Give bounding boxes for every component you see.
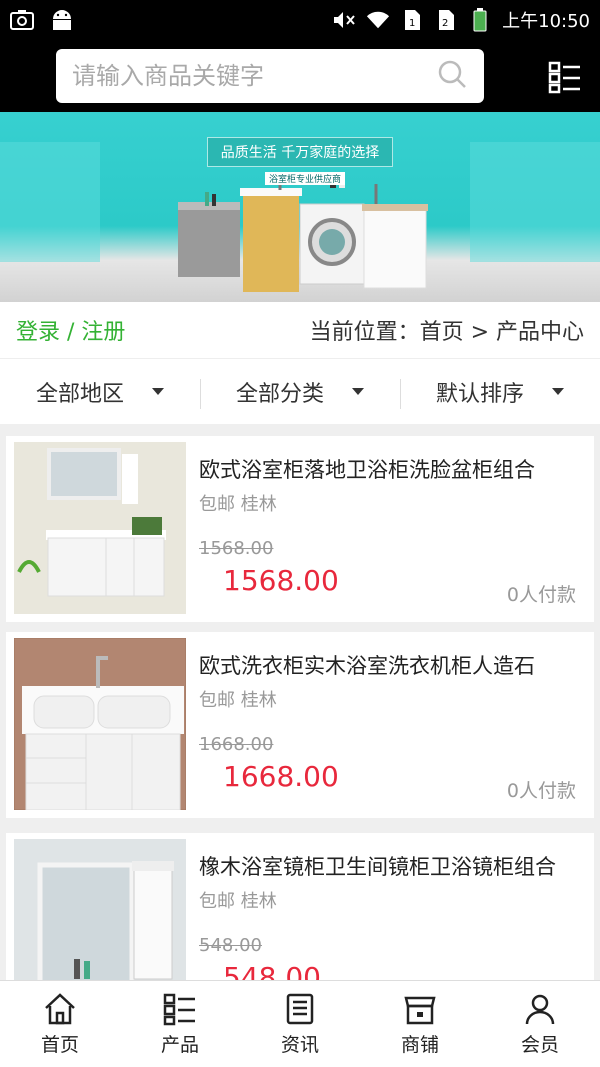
sim1-icon: 1 — [400, 9, 424, 31]
product-buyers: 0人付款 — [506, 780, 576, 802]
nav-products-label: 产品 — [160, 1033, 199, 1056]
nav-member[interactable]: 会员 — [480, 981, 600, 1067]
banner-tagline: 品质生活 千万家庭的选择 — [207, 137, 393, 167]
shop-icon — [404, 996, 436, 1024]
promo-banner[interactable]: 品质生活 千万家庭的选择 浴室柜专业供应商 — [0, 112, 600, 302]
filter-region[interactable]: 全部地区 — [0, 359, 200, 424]
filter-bar: 全部地区 全部分类 默认排序 — [0, 358, 600, 424]
product-shipping: 包邮 桂林 — [199, 690, 277, 711]
nav-products[interactable]: 产品 — [120, 981, 240, 1067]
breadcrumb-row: 登录 / 注册 当前位置：首页 > 产品中心 — [0, 302, 600, 358]
svg-text:1: 1 — [409, 18, 415, 29]
android-icon — [50, 9, 74, 31]
filter-category-label: 全部分类 — [235, 381, 324, 407]
product-original-price: 548.00 — [199, 935, 262, 956]
list-grid-icon — [163, 993, 195, 1025]
nav-home[interactable]: 首页 — [0, 981, 120, 1067]
product-price: 548.00 — [223, 961, 321, 980]
wifi-icon — [366, 9, 390, 31]
nav-news-label: 资讯 — [280, 1033, 319, 1056]
search-icon[interactable] — [436, 58, 468, 94]
caret-down-icon — [152, 388, 164, 395]
home-icon — [45, 992, 75, 1024]
login-register-link[interactable]: 登录 / 注册 — [16, 314, 125, 346]
banner-subline: 浴室柜专业供应商 — [265, 172, 346, 185]
mute-icon — [332, 9, 356, 31]
product-title: 欧式洗衣柜实木浴室洗衣机柜人造石 — [199, 654, 535, 678]
nav-home-label: 首页 — [40, 1033, 79, 1056]
svg-text:2: 2 — [442, 18, 448, 29]
product-original-price: 1668.00 — [199, 734, 274, 755]
search-input[interactable] — [72, 62, 422, 90]
filter-region-label: 全部地区 — [35, 381, 124, 407]
breadcrumb: 当前位置：首页 > 产品中心 — [309, 320, 584, 345]
caret-down-icon — [352, 388, 364, 395]
header — [0, 40, 600, 112]
filter-sort[interactable]: 默认排序 — [400, 359, 600, 424]
product-card[interactable]: 欧式浴室柜落地卫浴柜洗脸盆柜组合 包邮 桂林 1568.00 1568.00 0… — [6, 436, 594, 622]
status-time: 上午10:50 — [502, 11, 590, 32]
filter-category[interactable]: 全部分类 — [200, 359, 400, 424]
sim2-icon: 2 — [434, 9, 458, 31]
product-image — [14, 839, 186, 980]
product-shipping: 包邮 桂林 — [199, 494, 277, 515]
nav-shops-label: 商铺 — [400, 1033, 439, 1056]
product-image — [14, 442, 186, 614]
caret-down-icon — [552, 388, 564, 395]
filter-sort-label: 默认排序 — [435, 381, 524, 407]
product-shipping: 包邮 桂林 — [199, 891, 277, 912]
product-image — [14, 638, 186, 810]
product-title: 欧式浴室柜落地卫浴柜洗脸盆柜组合 — [199, 458, 535, 482]
nav-news[interactable]: 资讯 — [240, 981, 360, 1067]
search-box[interactable] — [56, 49, 484, 103]
news-icon — [286, 993, 314, 1024]
category-menu-icon[interactable] — [548, 60, 582, 94]
battery-icon — [468, 8, 492, 32]
bottom-nav: 首页 产品 资讯 商铺 会员 — [0, 980, 600, 1067]
user-icon — [525, 994, 555, 1024]
nav-member-label: 会员 — [520, 1033, 559, 1056]
product-original-price: 1568.00 — [199, 538, 274, 559]
product-buyers: 0人付款 — [506, 584, 576, 606]
status-bar: 1 2 上午10:50 — [0, 0, 600, 40]
product-list[interactable]: 欧式浴室柜落地卫浴柜洗脸盆柜组合 包邮 桂林 1568.00 1568.00 0… — [0, 432, 600, 980]
product-title: 橡木浴室镜柜卫生间镜柜卫浴镜柜组合 — [199, 855, 556, 879]
product-price: 1568.00 — [223, 564, 339, 597]
nav-shops[interactable]: 商铺 — [360, 981, 480, 1067]
screenshot-icon — [10, 9, 34, 31]
product-card[interactable]: 橡木浴室镜柜卫生间镜柜卫浴镜柜组合 包邮 桂林 548.00 548.00 — [6, 833, 594, 980]
product-price: 1668.00 — [223, 760, 339, 793]
product-card[interactable]: 欧式洗衣柜实木浴室洗衣机柜人造石 包邮 桂林 1668.00 1668.00 0… — [6, 632, 594, 818]
